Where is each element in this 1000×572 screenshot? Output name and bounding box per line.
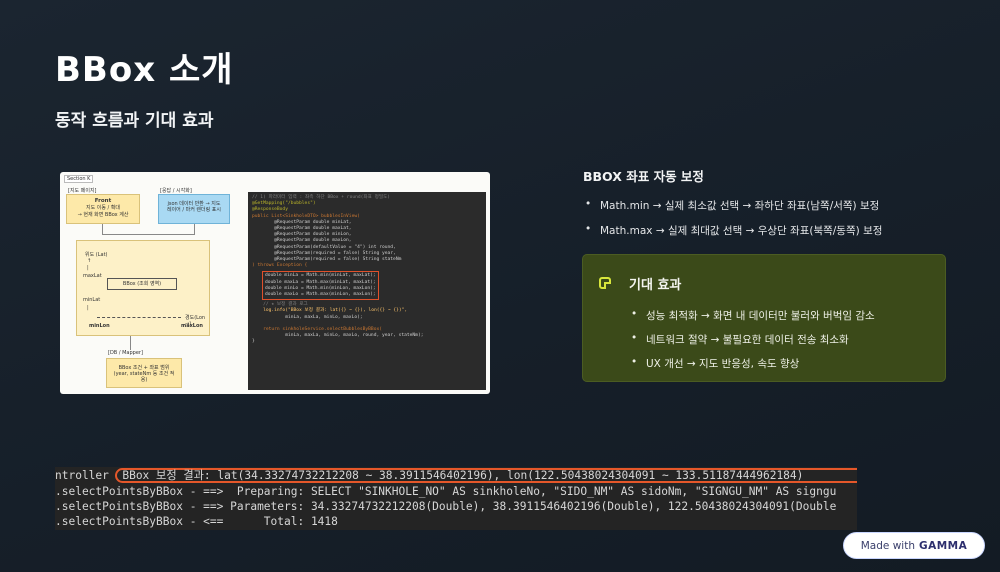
code-line: minLa, maxLa, minLo, maxLo); [252, 314, 363, 320]
flow-diagram: Section K [지도 페이지] [응답 / 시각화] Front 지도 이… [60, 172, 490, 394]
slide-title: BBox 소개 [55, 50, 234, 90]
connector [194, 224, 195, 234]
code-line: double maxLo = Math.max(minLon, maxLon); [265, 292, 376, 298]
minlon-label: minLon [89, 323, 110, 329]
lat-arrow-icon: ↑ [87, 258, 92, 264]
badge-prefix: Made with [860, 539, 915, 552]
list-item: Math.max → 실제 최대값 선택 → 우상단 좌표(북쪽/동쪽) 보정 [583, 223, 882, 238]
lat-bar-icon: | [87, 265, 89, 271]
code-line: return sinkholeService.selectBubblesByBB… [252, 327, 382, 333]
note-icon [599, 277, 611, 289]
connector [102, 234, 195, 235]
code-line: } [252, 339, 255, 345]
region-map-page: [지도 페이지] [68, 188, 97, 194]
code-line: @RequestParam double maxLon, [252, 238, 352, 244]
connector [102, 224, 103, 234]
gamma-logo: GAMMA [918, 539, 968, 552]
code-line: ) throws Exception { [252, 263, 308, 269]
code-line: double minLo = Math.min(minLon, maxLon); [265, 285, 376, 291]
list-item: Math.min → 실제 최소값 선택 → 좌하단 좌표(남쪽/서쪽) 보정 [583, 198, 882, 213]
effect-list: 성능 최적화 → 화면 내 데이터만 불러와 버벅임 감소 네트워크 절약 → … [629, 308, 875, 380]
lat-label: 위도 (Lat) [85, 252, 108, 258]
log-line: .selectPointsByBBox - ==> Preparing: SEL… [55, 485, 837, 498]
diagram-tag: Section K [64, 175, 94, 183]
code-line: public List<SinkholeDTO> bubblesInView( [252, 213, 360, 219]
front-desc: 지도 이동 / 확대 [85, 205, 121, 211]
made-with-gamma-badge[interactable]: Made with GAMMA [843, 532, 985, 559]
code-line: double maxLa = Math.max(minLat, maxLat); [265, 279, 376, 285]
maxlon-label: maxLon [181, 323, 203, 329]
mapper-label: [DB / Mapper] [108, 350, 143, 356]
code-line: @RequestParam double maxLat, [252, 226, 352, 232]
code-line: @RequestParam double minLat, [252, 219, 352, 225]
code-highlight: double minLa = Math.min(minLat, maxLat);… [262, 271, 379, 301]
code-snippet: // 1) 파라미터 입력 : 좌측 하단 BBox + round(좌표 정밀… [248, 192, 486, 390]
code-line: @ResponseBody [252, 207, 288, 213]
code-line: log.info("BBox 보정 결과: lat({} ~ {}), lon(… [252, 308, 408, 314]
connector [130, 336, 131, 350]
code-comment: // ★ 보정 결과 로그 [252, 302, 308, 308]
code-line: @RequestParam(required = false) String s… [252, 257, 402, 263]
list-item: UX 개선 → 지도 반응성, 속도 향상 [629, 356, 875, 371]
region-response: [응답 / 시각화] [160, 188, 192, 194]
code-line: @GetMapping("/bubbles") [252, 201, 316, 207]
lat-bar-icon: | [87, 305, 89, 311]
slide-subtitle: 동작 흐름과 기대 효과 [55, 111, 214, 131]
console-log: ntroller BBox 보정 결과: lat(34.332747322122… [55, 467, 857, 530]
lon-axis [97, 317, 181, 318]
bbox-heading: BBOX 좌표 자동 보정 [583, 169, 704, 184]
code-line: double minLa = Math.min(minLat, maxLat); [265, 273, 376, 279]
bbox-bullet-list: Math.min → 실제 최소값 선택 → 좌하단 좌표(남쪽/서쪽) 보정 … [583, 198, 882, 248]
bbox-area: BBox (조회 영역) [107, 278, 177, 290]
effect-title: 기대 효과 [629, 278, 682, 293]
log-line: .selectPointsByBBox - ==> Parameters: 34… [55, 500, 837, 513]
code-comment: // 1) 파라미터 입력 : 좌측 하단 BBox + round(좌표 정밀… [252, 195, 391, 200]
code-line: @RequestParam double minLon, [252, 232, 352, 238]
front-box: Front 지도 이동 / 확대 → 현재 화면 BBox 계산 [66, 194, 140, 224]
response-box: json 데이터 반환 → 지도 레이어 / 마커 렌더링 표시 [158, 194, 230, 224]
log-line: ntroller BBox 보정 결과: lat(34.332747322122… [55, 469, 804, 482]
code-line: @RequestParam(required = false) String y… [252, 250, 396, 256]
minlat-label: minLat [83, 297, 101, 303]
maxlat-label: maxLat [83, 273, 102, 279]
log-line: .selectPointsByBBox - <== Total: 1418 [55, 515, 338, 528]
code-line: minLa, maxLa, minLo, maxLo, round, year,… [252, 333, 424, 339]
code-line: @RequestParam(defaultValue = "4") int ro… [252, 244, 396, 250]
effect-card: 기대 효과 성능 최적화 → 화면 내 데이터만 불러와 버벅임 감소 네트워크… [582, 254, 946, 382]
map-box: 위도 (Lat) ↑ | maxLat BBox (조회 영역) minLat … [76, 240, 210, 336]
front-desc2: → 현재 화면 BBox 계산 [77, 212, 129, 218]
list-item: 성능 최적화 → 화면 내 데이터만 불러와 버벅임 감소 [629, 308, 875, 323]
mapper-box: BBox 조건 + 좌표 범위 (year, stateNm 등 조건 적용) [106, 358, 182, 388]
list-item: 네트워크 절약 → 불필요한 데이터 전송 최소화 [629, 332, 875, 347]
